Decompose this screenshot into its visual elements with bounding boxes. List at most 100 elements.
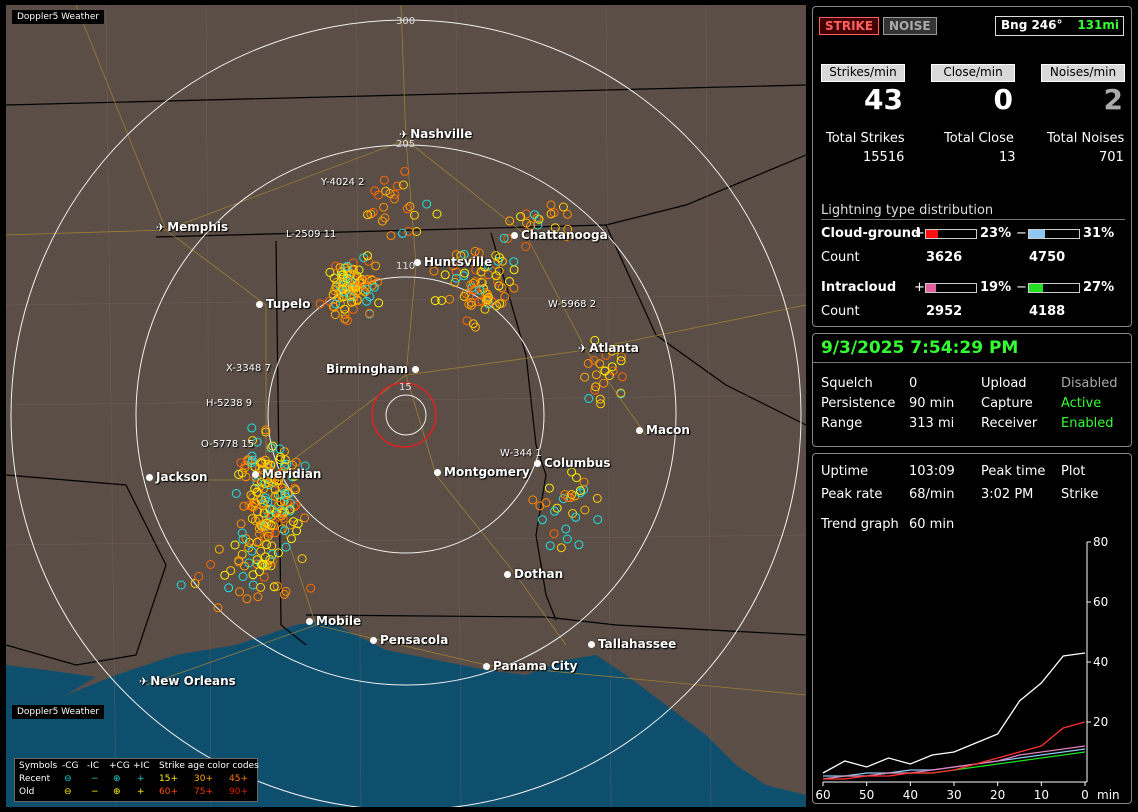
legend-col-neg-cg: -CG [62,761,79,771]
trend-series-line [823,721,1086,780]
strike-marker [556,543,566,553]
strike-marker [558,202,568,212]
strike-marker [405,202,415,211]
symbol-legend: Symbols -CG -IC +CG +IC Strike age color… [14,758,259,802]
strike-marker [331,261,341,271]
strike-marker [400,166,410,176]
strike-marker [579,477,589,487]
squelch-label: Squelch [821,376,873,391]
uptime-label: Uptime [821,464,869,479]
cg-negative-bar [1028,229,1080,239]
city-dot-icon [434,469,441,476]
strike-marker [213,603,223,613]
strike-marker [593,515,603,525]
strike-marker [206,560,216,569]
strike-marker [330,310,340,320]
strike-marker [549,529,559,539]
strikes-per-min-header: Strikes/min [821,64,905,82]
strike-marker [562,534,572,544]
strike-marker [402,204,412,214]
strike-marker [237,549,247,559]
strike-button[interactable]: STRIKE [819,17,880,35]
cloud-ground-label: Cloud-ground [821,226,921,241]
city-montgomery: Montgomery [434,465,530,479]
city-dot-icon [588,641,595,648]
lightning-map[interactable]: Doppler5 Weather Doppler5 Weather 300 20… [6,5,806,807]
city-panama-city: Panama City [483,659,577,673]
trend-graph-label: Trend graph [821,517,899,532]
strike-marker [379,175,389,185]
trend-x-tick-label: 10 [1034,788,1049,802]
pos-cg-recent-icon: ⊕ [113,774,121,784]
range-label-300: 300 [396,16,416,27]
city-label: Tupelo [266,297,311,311]
plot-value[interactable]: Strike [1061,487,1098,502]
distance-value: 131mi [1077,18,1119,32]
ic-positive-pct: 19% [980,280,1012,295]
city-label: Panama City [493,659,578,673]
distribution-divider [821,219,1125,220]
close-per-min-value: 0 [993,83,1013,116]
city-label: Pensacola [380,633,449,647]
close-per-min-header: Close/min [931,64,1015,82]
total-noises-value: 701 [1099,150,1124,165]
strike-marker [281,542,291,552]
city-label: Chattanooga [521,228,608,242]
strike-marker [236,519,246,529]
age-75: 75+ [194,787,213,797]
status-divider [813,362,1131,363]
station-label: Y-4024 2 [321,177,365,188]
strike-marker [521,242,531,251]
age-15: 15+ [159,774,178,784]
strike-marker [325,267,335,277]
city-dot-icon [414,259,421,266]
bearing-display: Bng 246° 131mi [995,16,1124,36]
brand-label-bottom: Doppler5 Weather [12,705,105,719]
city-label: Macon [646,423,690,437]
airport-icon: ✈ [399,128,409,141]
strike-marker [279,589,289,599]
uptime-value: 103:09 [909,464,955,479]
total-strikes-value: 15516 [863,150,905,165]
trend-x-tick-label: 50 [859,788,874,802]
strike-marker [267,541,277,551]
peak-rate-value: 68/min [909,487,955,502]
legend-col-pos-ic: +IC [133,761,150,771]
city-label: Dothan [514,567,564,581]
total-strikes-label: Total Strikes [826,131,905,146]
city-dot-icon [370,637,377,644]
peak-time-label: Peak time [981,464,1046,479]
strike-marker [580,372,590,382]
strike-marker [224,583,234,593]
legend-header-label: Symbols [19,761,58,771]
legend-age-header: Strike age color codes [159,761,259,771]
strike-marker [412,227,422,236]
legend-col-neg-ic: -IC [87,761,100,771]
trend-x-tick-label: 30 [946,788,961,802]
neg-cg-old-icon: ⊖ [64,787,72,797]
strike-marker [275,444,285,454]
pos-ic-old-icon: + [137,787,145,797]
highways [6,5,806,696]
legend-recent-label: Recent [19,774,51,784]
peak-time-value: 3:02 PM [981,487,1034,502]
noise-button[interactable]: NOISE [883,17,937,35]
trend-graph-value[interactable]: 60 min [909,517,954,532]
city-macon: Macon [636,423,690,437]
cg-positive-bar [925,229,977,239]
status-panel: 9/3/2025 7:54:29 PM Squelch 0 Upload Dis… [812,333,1132,447]
receiver-label: Receiver [981,416,1038,431]
strike-marker [360,287,370,297]
total-close-value: 13 [999,150,1016,165]
strike-marker [592,493,602,503]
ic-positive-count: 2952 [926,304,963,319]
strike-marker [292,526,302,536]
city-label: Mobile [316,614,362,628]
city-dot-icon [306,618,313,625]
neg-cg-recent-icon: ⊖ [64,774,72,784]
age-90: 90+ [229,787,248,797]
city-pensacola: Pensacola [370,633,448,647]
ic-plus-sign: + [914,280,925,295]
strike-marker [256,546,266,556]
strike-marker [617,372,627,382]
